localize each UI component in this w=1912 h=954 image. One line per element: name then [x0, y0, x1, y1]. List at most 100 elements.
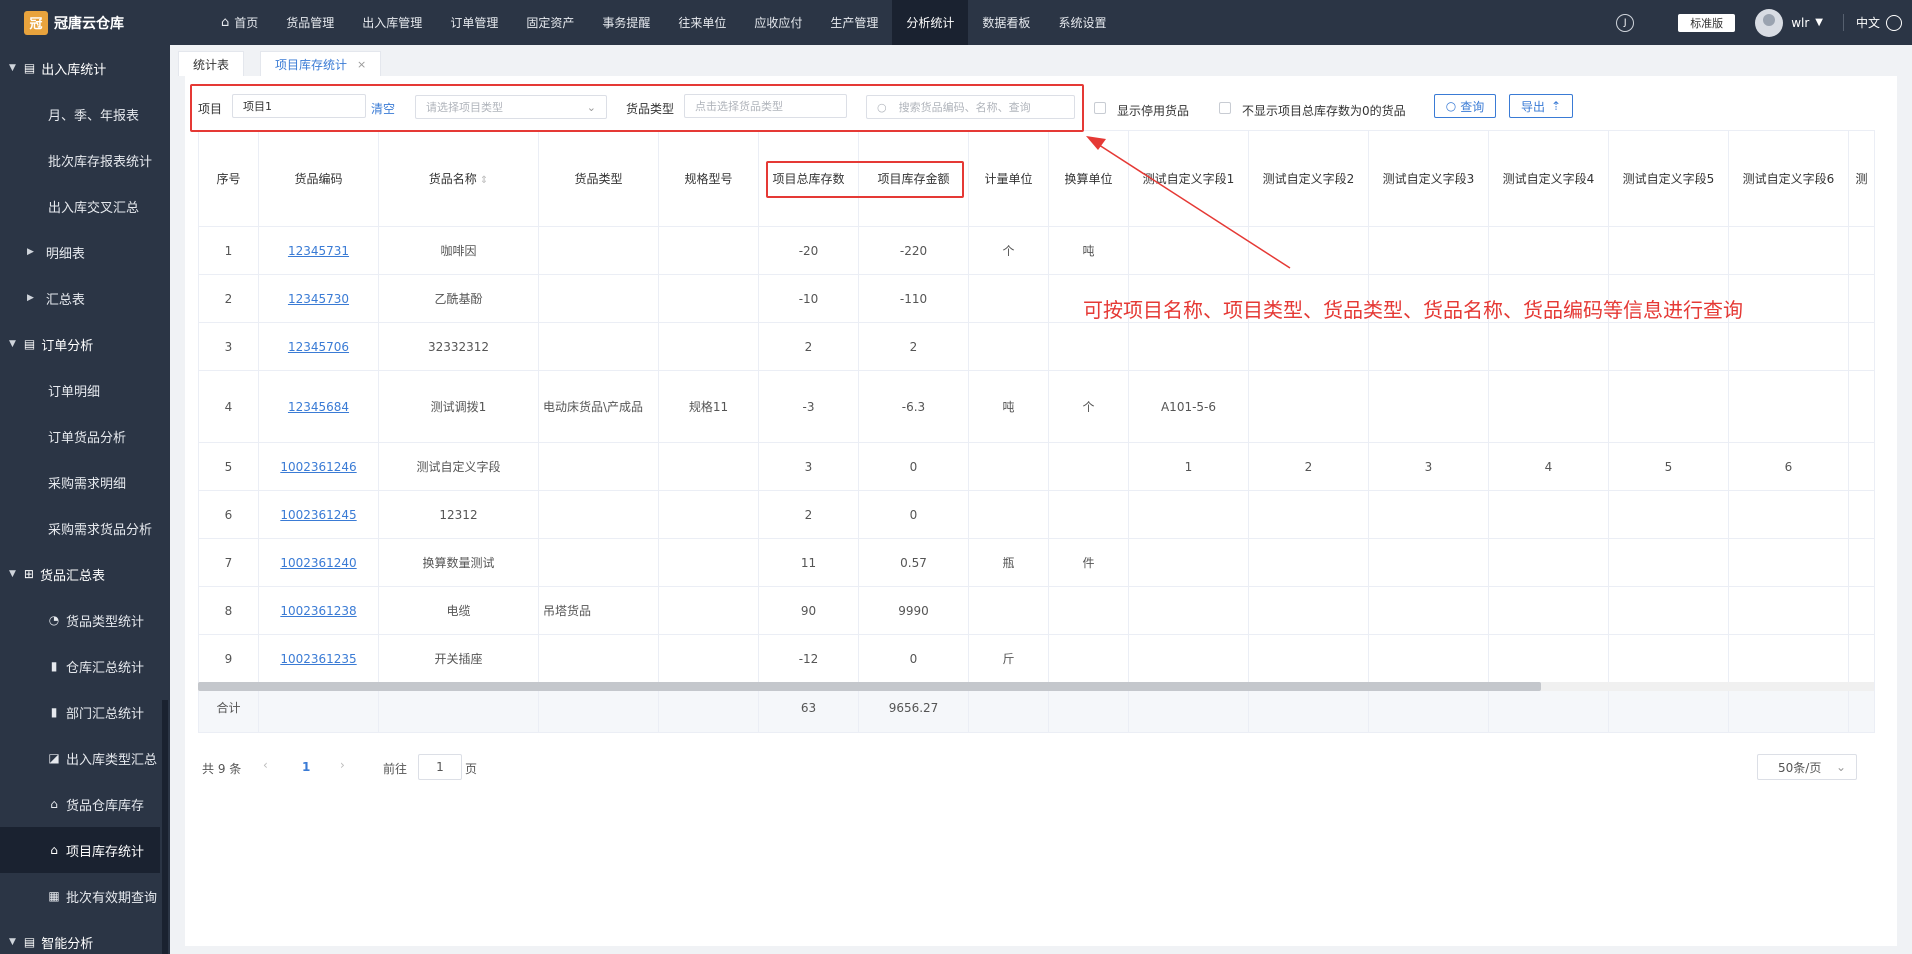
column-header[interactable]: 货品名称 ⇕	[378, 130, 539, 227]
goods-code-link[interactable]: 12345731	[288, 244, 349, 258]
table-cell	[658, 586, 759, 635]
doc-icon: ▤	[23, 337, 36, 351]
user-name[interactable]: wlr	[1791, 16, 1809, 30]
table-cell: 件	[1048, 538, 1129, 587]
logo-mark: 冠	[24, 10, 48, 35]
goods-code-link[interactable]: 12345706	[288, 340, 349, 354]
table-cell	[1368, 538, 1489, 587]
table-cell: 7	[198, 538, 259, 587]
prev-page-icon[interactable]: ‹	[263, 758, 268, 772]
sidebar-item[interactable]: ▮ 部门汇总统计	[0, 689, 170, 735]
pie-chart-icon: ◔	[48, 613, 60, 627]
globe-icon[interactable]	[1886, 14, 1902, 31]
goto-input[interactable]: 1	[418, 754, 462, 780]
sidebar-item[interactable]: 月、季、年报表	[0, 91, 170, 137]
next-page-icon[interactable]: ›	[340, 758, 345, 772]
nav-item[interactable]: 应收应付	[740, 0, 816, 45]
nav-item[interactable]: 出入库管理	[348, 0, 436, 45]
sidebar-group-smart[interactable]: ▼ ▤ 智能分析	[0, 919, 170, 954]
nav-item[interactable]: 数据看板	[968, 0, 1044, 45]
close-icon[interactable]: ×	[357, 58, 366, 71]
export-button[interactable]: 导出 ⇡	[1509, 94, 1573, 118]
sidebar-item[interactable]: 订单明细	[0, 367, 170, 413]
sidebar-group-inout[interactable]: ▼ ▤ 出入库统计	[0, 45, 170, 91]
nav-item-label: 生产管理	[830, 16, 879, 30]
sidebar-item[interactable]: ◪ 出入库类型汇总	[0, 735, 170, 781]
table-cell	[1608, 370, 1729, 443]
goods-code-link[interactable]: 12345684	[288, 400, 349, 414]
sidebar-item-detail[interactable]: ▶ 明细表	[0, 229, 170, 275]
nav-item[interactable]: 货品管理	[272, 0, 348, 45]
sidebar-group-goods[interactable]: ▼ ⊞ 货品汇总表	[0, 551, 170, 597]
sidebar-item[interactable]: 采购需求明细	[0, 459, 170, 505]
chevron-down-icon[interactable]: ▼	[1815, 17, 1823, 28]
table-cell	[1728, 490, 1849, 539]
logo[interactable]: 冠 冠唐云仓库	[0, 0, 170, 45]
goods-code-link[interactable]: 1002361245	[280, 508, 356, 522]
sidebar-item[interactable]: ⌂ 货品仓库库存	[0, 781, 170, 827]
nav-item[interactable]: 固定资产	[512, 0, 588, 45]
nav-item[interactable]: 往来单位	[664, 0, 740, 45]
nav-item[interactable]: 事务提醒	[588, 0, 664, 45]
hide-zero-checkbox[interactable]	[1219, 102, 1231, 114]
page-size-select[interactable]: 50条/页 ⌄	[1757, 754, 1857, 780]
sidebar-item[interactable]: 批次库存报表统计	[0, 137, 170, 183]
table-cell	[1248, 586, 1369, 635]
page-number[interactable]: 1	[302, 760, 310, 774]
sidebar-item-label: 货品类型统计	[66, 614, 145, 630]
table-scroll-thumb[interactable]	[198, 682, 1541, 691]
table-cell: 吊塔货品	[538, 586, 659, 635]
table-cell: 12345731	[258, 226, 379, 275]
tab-stats[interactable]: 统计表	[178, 51, 245, 76]
avatar[interactable]	[1755, 8, 1784, 37]
table-cell	[1048, 490, 1129, 539]
language-switch[interactable]: 中文	[1842, 14, 1880, 31]
table-cell: 32332312	[378, 322, 539, 371]
sort-icon[interactable]: ⇕	[477, 175, 488, 186]
sidebar-item[interactable]: ▦ 批次有效期查询	[0, 873, 170, 919]
tab-label: 统计表	[193, 57, 230, 72]
sidebar-scroll-thumb[interactable]	[162, 700, 168, 954]
table-row: 4 12345684 测试调拨1 电动床货品\产成品 规格11 -3 -6.3 吨个 A101-…	[198, 370, 1875, 443]
tab-project-stock[interactable]: 项目库存统计 ×	[260, 51, 382, 76]
sidebar-group-label: 出入库统计	[41, 62, 107, 78]
table-cell	[658, 442, 759, 491]
table-cell: 吨	[968, 370, 1049, 443]
nav-item[interactable]: 系统设置	[1044, 0, 1120, 45]
warehouse-icon: ⌂	[50, 797, 58, 811]
goods-code-link[interactable]: 1002361240	[280, 556, 356, 570]
nav-item[interactable]: 生产管理	[816, 0, 892, 45]
sidebar-group-order[interactable]: ▼ ▤ 订单分析	[0, 321, 170, 367]
nav-item[interactable]: 分析统计	[892, 0, 969, 45]
sidebar-item[interactable]: ◔ 货品类型统计	[0, 597, 170, 643]
stock-table: 序号 货品编码 货品名称 ⇕ 货品类型 规格型号 项目总库存数 项目库存金额 计量单位 换算单位…	[198, 130, 1875, 733]
table-cell: 吨	[1048, 226, 1129, 275]
table-cell	[1848, 634, 1875, 683]
column-header: 测试自定义字段4	[1488, 130, 1609, 227]
sidebar-item[interactable]: 采购需求货品分析	[0, 505, 170, 551]
show-disabled-checkbox[interactable]	[1094, 102, 1106, 114]
goods-code-link[interactable]: 1002361235	[280, 652, 356, 666]
sidebar-item[interactable]: 订单货品分析	[0, 413, 170, 459]
highlight-filters	[190, 84, 1084, 132]
sidebar-item[interactable]: 出入库交叉汇总	[0, 183, 170, 229]
table-cell	[1128, 634, 1249, 683]
goto-label: 前往	[383, 762, 408, 776]
table-cell	[1248, 370, 1369, 443]
column-header: 序号	[198, 130, 259, 227]
sidebar-item-label: 批次有效期查询	[66, 890, 158, 906]
sidebar-item-summary[interactable]: ▶ 汇总表	[0, 275, 170, 321]
table-cell	[1248, 634, 1369, 683]
goods-code-link[interactable]: 1002361246	[280, 460, 356, 474]
table-cell: 1002361235	[258, 634, 379, 683]
nav-item[interactable]: ⌂ 首页	[207, 0, 272, 45]
sidebar-item-project-stock[interactable]: ⌂ 项目库存统计	[0, 827, 170, 873]
column-header: 测试自定义字段6	[1728, 130, 1849, 227]
goods-code-link[interactable]: 12345730	[288, 292, 349, 306]
circle-icon[interactable]: J	[1616, 13, 1635, 32]
query-button[interactable]: ○ 查询	[1434, 94, 1496, 118]
nav-item[interactable]: 订单管理	[436, 0, 512, 45]
table-cell	[538, 442, 659, 491]
sidebar-item[interactable]: ▮ 仓库汇总统计	[0, 643, 170, 689]
goods-code-link[interactable]: 1002361238	[280, 604, 356, 618]
